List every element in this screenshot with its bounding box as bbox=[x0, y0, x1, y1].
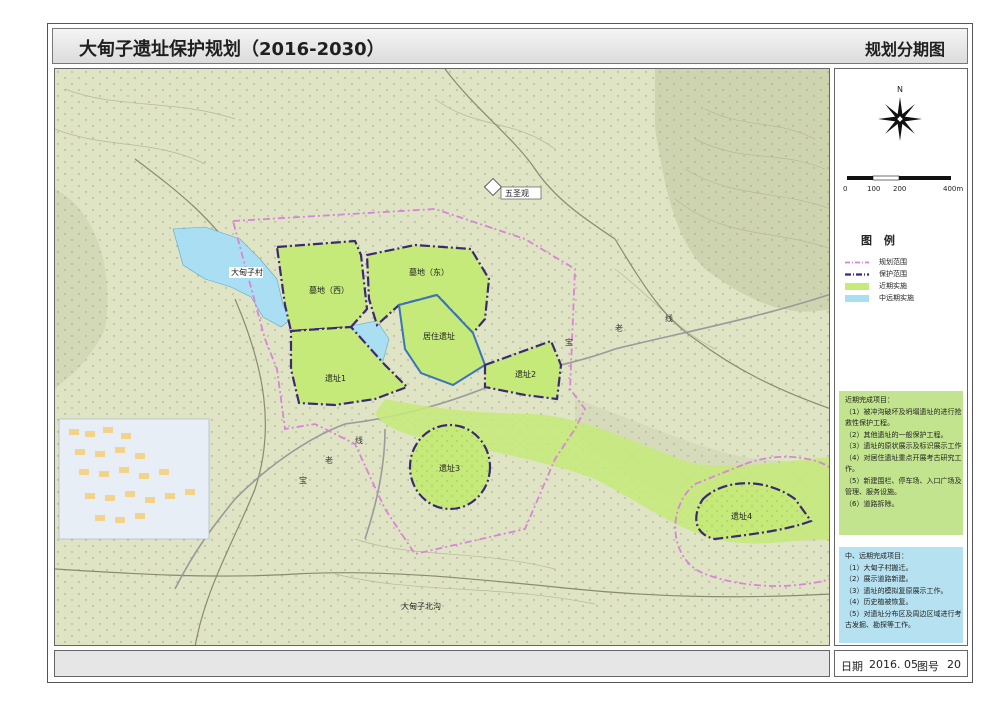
label-site1: 遗址1 bbox=[325, 373, 346, 383]
road-char-lao: 老 bbox=[615, 323, 623, 333]
plan-boundary-swatch bbox=[845, 261, 869, 264]
protect-boundary-swatch bbox=[845, 273, 869, 276]
date-number-box: 日期 2016. 05 图号 20 bbox=[834, 650, 968, 677]
number-label: 图号 bbox=[917, 660, 939, 673]
legend-label: 中远期实施 bbox=[879, 294, 914, 302]
legend-label: 近期实施 bbox=[879, 282, 907, 290]
label-site3: 遗址3 bbox=[439, 463, 460, 473]
near-term-item: （5）新建围栏、停车场、入口广场及 bbox=[845, 476, 962, 485]
label-residence: 居住遗址 bbox=[423, 331, 455, 341]
near-term-item: （2）其他遗址的一般保护工程。 bbox=[845, 430, 948, 439]
scale-tick-200: 200 bbox=[893, 185, 906, 193]
bottom-strip bbox=[54, 650, 830, 677]
long-term-item: （2）展示道路新建。 bbox=[845, 575, 913, 583]
near-term-item: 作。 bbox=[845, 465, 859, 473]
sheet-name: 规划分期图 bbox=[864, 40, 945, 59]
label-site4: 遗址4 bbox=[731, 511, 752, 521]
road-char-bao-2: 宝 bbox=[299, 475, 307, 485]
road-char-bao: 宝 bbox=[565, 337, 573, 347]
title-bar: 大甸子遗址保护规划（2016-2030） 规划分期图 bbox=[52, 28, 968, 64]
plan-title: 大甸子遗址保护规划（2016-2030） bbox=[79, 39, 385, 60]
long-term-title: 中、远期完成项目： bbox=[845, 552, 908, 560]
scale-bar: 0 100 200 400m bbox=[843, 175, 963, 193]
road-char-xian-2: 线 bbox=[355, 435, 363, 445]
label-cemetery-west: 墓地（西） bbox=[309, 285, 349, 295]
long-term-projects-panel: 中、远期完成项目： （1）大甸子村搬迁。 （2）展示道路新建。 （3）遗址的模拟… bbox=[839, 547, 963, 643]
long-term-item: （4）历史植被恢复。 bbox=[845, 598, 913, 606]
side-panel: N 0 100 200 400m 图 例 规划范围 保护范围 近期实施 中远期实… bbox=[834, 68, 968, 646]
legend-label: 规划范围 bbox=[879, 258, 907, 266]
date-value: 2016. 05 bbox=[869, 658, 918, 671]
compass-north-letter: N bbox=[897, 85, 903, 94]
long-term-item: （1）大甸子村搬迁。 bbox=[845, 563, 913, 572]
date-label: 日期 bbox=[841, 660, 863, 673]
label-site2: 遗址2 bbox=[515, 369, 536, 379]
long-term-item: 古发掘、勘探等工作。 bbox=[845, 621, 915, 629]
village-buildings bbox=[58, 418, 210, 540]
map-canvas[interactable]: 五圣观 大甸子村 墓地（西） 墓地（东） 居住遗址 遗址1 遗址2 遗址3 遗址… bbox=[54, 68, 830, 646]
number-value: 20 bbox=[947, 658, 961, 671]
long-term-swatch bbox=[845, 295, 869, 302]
near-term-title: 近期完成项目： bbox=[845, 396, 894, 404]
near-term-item: 管理、服务设施。 bbox=[845, 488, 901, 496]
near-term-projects-panel: 近期完成项目： （1）被冲沟破坏及坍塌遗址的进行抢 救性保护工程。 （2）其他遗… bbox=[839, 391, 963, 535]
long-term-item: （5）对遗址分布区及周边区域进行考 bbox=[845, 609, 962, 618]
road-char-lao-2: 老 bbox=[325, 455, 333, 465]
near-term-item: （3）遗址的原状展示及标识展示工作 bbox=[845, 442, 962, 450]
scale-tick-0: 0 bbox=[843, 185, 847, 193]
scale-tick-100: 100 bbox=[867, 185, 880, 193]
long-term-item: （3）遗址的模拟复原展示工作。 bbox=[845, 586, 948, 595]
label-village: 大甸子村 bbox=[231, 267, 263, 277]
legend-title: 图 例 bbox=[861, 234, 899, 247]
label-wushengguan: 五圣观 bbox=[505, 189, 529, 198]
near-term-item: （6）道路拆除。 bbox=[845, 499, 899, 508]
label-cemetery-east: 墓地（东） bbox=[409, 267, 449, 277]
near-term-swatch bbox=[845, 283, 869, 290]
legend-label: 保护范围 bbox=[879, 270, 907, 278]
label-north-gully: 大甸子北沟 bbox=[401, 601, 441, 611]
scale-tick-400: 400m bbox=[943, 185, 963, 193]
near-term-item: （4）对居住遗址重点开展考古研究工 bbox=[845, 453, 962, 462]
compass-rose-icon: N bbox=[878, 85, 922, 141]
near-term-item: （1）被冲沟破坏及坍塌遗址的进行抢 bbox=[845, 407, 962, 416]
near-term-item: 救性保护工程。 bbox=[845, 419, 894, 427]
road-char-xian: 线 bbox=[665, 313, 673, 323]
